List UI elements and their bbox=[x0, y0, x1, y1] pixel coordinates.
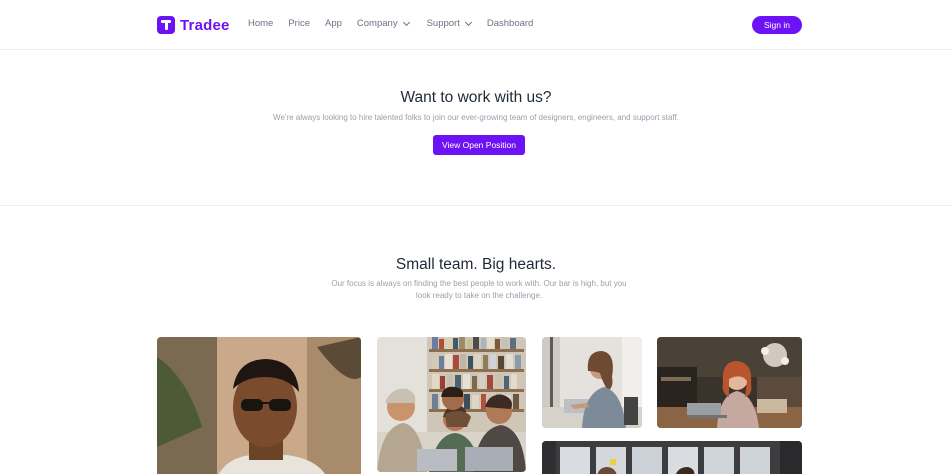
team-photo-group-laptops bbox=[377, 337, 526, 472]
nav-item-label: Support bbox=[426, 18, 460, 29]
logo-icon bbox=[157, 16, 175, 34]
view-open-position-button[interactable]: View Open Position bbox=[433, 135, 525, 155]
nav-item-home[interactable]: Home bbox=[248, 18, 273, 29]
hero-subtitle: We're always looking to hire talented fo… bbox=[273, 113, 679, 122]
nav-item-support[interactable]: Support bbox=[426, 18, 472, 29]
nav-item-label: Home bbox=[248, 18, 274, 29]
team-photo-office-windows bbox=[542, 441, 802, 474]
team-photo-man-sunglasses bbox=[157, 337, 361, 474]
nav-item-label: Price bbox=[288, 18, 310, 29]
team-subtitle: Our focus is always on finding the best … bbox=[331, 279, 627, 300]
main-nav: Home Price App Company Support Dashboard bbox=[248, 18, 533, 29]
hero-title: Want to work with us? bbox=[400, 89, 552, 106]
nav-item-price[interactable]: Price bbox=[288, 18, 310, 29]
nav-item-app[interactable]: App bbox=[325, 18, 342, 29]
top-navbar: Tradee Home Price App Company Support Da… bbox=[0, 0, 952, 50]
nav-item-label: Company bbox=[356, 18, 398, 29]
nav-item-label: Dashboard bbox=[486, 18, 534, 29]
sign-in-button[interactable]: Sign in bbox=[752, 16, 802, 34]
nav-item-dashboard[interactable]: Dashboard bbox=[487, 18, 533, 29]
nav-item-label: App bbox=[325, 18, 342, 29]
careers-hero: Want to work with us? We're always looki… bbox=[0, 51, 952, 206]
logo[interactable]: Tradee bbox=[157, 16, 230, 34]
chevron-down-icon bbox=[464, 18, 472, 26]
logo-text: Tradee bbox=[180, 16, 230, 34]
team-title: Small team. Big hearts. bbox=[395, 256, 557, 273]
chevron-down-icon bbox=[402, 18, 410, 26]
nav-item-company[interactable]: Company bbox=[356, 18, 410, 29]
team-photo-woman-laptop bbox=[542, 337, 642, 428]
team-photo-woman-cafe bbox=[657, 337, 802, 428]
